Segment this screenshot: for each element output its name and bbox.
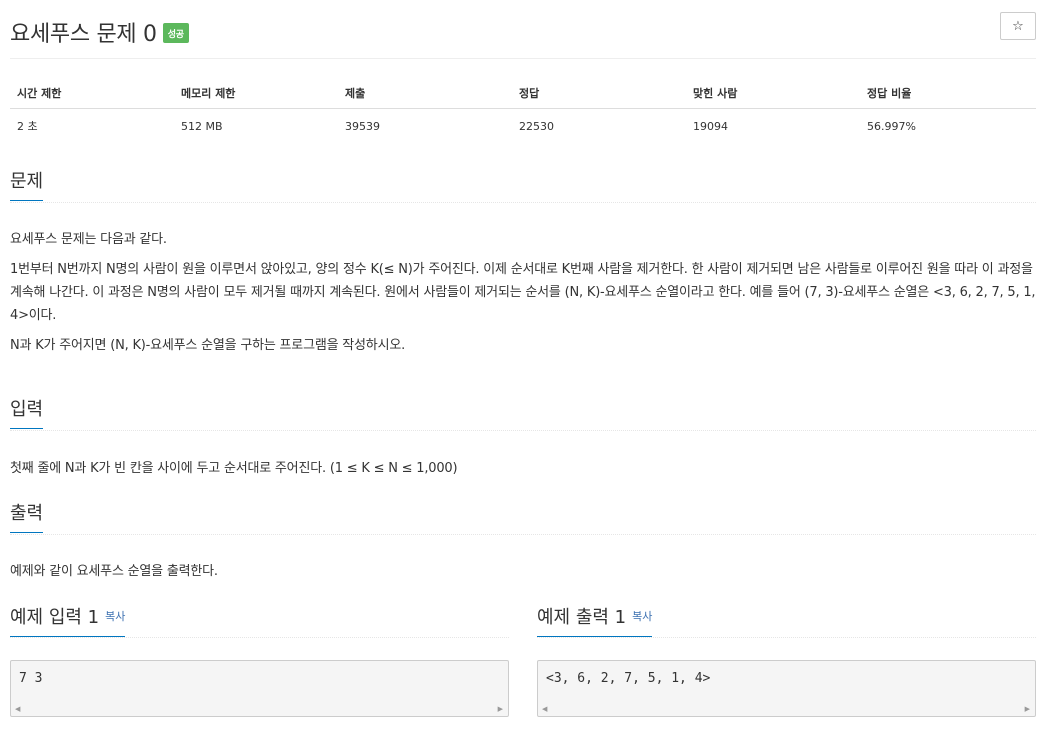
output-title: 출력 [10, 502, 44, 533]
description-title: 문제 [10, 170, 44, 201]
table-row: 2 초 512 MB 39539 22530 19094 56.997% [10, 109, 1036, 144]
output-header: 출력 [10, 502, 1036, 535]
problem-title: 요세푸스 문제 0 [10, 22, 157, 47]
problem-header: 요세푸스 문제 0 성공 ☆ [10, 10, 1036, 59]
description-paragraph: 요세푸스 문제는 다음과 같다. [10, 232, 167, 247]
memory-limit-value: 512 MB [181, 119, 223, 133]
sample-output-heading: 예제 출력 1 복사 [537, 605, 653, 637]
scroll-left-icon[interactable]: ◀ [15, 705, 20, 713]
input-title: 입력 [10, 398, 44, 429]
submissions-value: 39539 [345, 119, 380, 133]
accept-ratio-value: 56.997% [867, 119, 916, 133]
header-submissions: 제출 [338, 78, 512, 109]
star-icon: ☆ [1012, 18, 1024, 34]
sample-input-code: 7 3 [19, 671, 43, 686]
page-title: 요세푸스 문제 0 성공 [10, 16, 189, 48]
description-paragraph: 1번부터 N번까지 N명의 사람이 원을 이루면서 앉아있고, 양의 정수 K(… [10, 262, 1036, 323]
sample-output-box[interactable]: <3, 6, 2, 7, 5, 1, 4> ◀ ▶ [537, 660, 1036, 717]
sample-input-box[interactable]: 7 3 ◀ ▶ [10, 660, 509, 717]
star-button[interactable]: ☆ [1000, 12, 1036, 40]
table-header-row: 시간 제한 메모리 제한 제출 정답 맞힌 사람 정답 비율 [10, 78, 1036, 109]
status-badge: 성공 [162, 23, 189, 43]
input-header: 입력 [10, 398, 1036, 431]
sample-output-header: 예제 출력 1 복사 [537, 605, 1036, 638]
description-body: 요세푸스 문제는 다음과 같다. 1번부터 N번까지 N명의 사람이 원을 이루… [10, 228, 1036, 364]
input-paragraph: 첫째 줄에 N과 K가 빈 칸을 사이에 두고 순서대로 주어진다. (1 ≤ … [10, 461, 458, 476]
header-accept-ratio: 정답 비율 [860, 78, 1036, 109]
accepted-value: 22530 [519, 119, 554, 133]
header-memory-limit: 메모리 제한 [174, 78, 338, 109]
solved-users-value: 19094 [693, 119, 728, 133]
header-accepted: 정답 [512, 78, 686, 109]
copy-input-button[interactable]: 복사 [105, 610, 125, 623]
scroll-right-icon[interactable]: ▶ [1025, 705, 1030, 713]
header-solved-users: 맞힌 사람 [686, 78, 860, 109]
sample-input-title: 예제 입력 1 [10, 607, 100, 628]
time-limit-value: 2 초 [17, 120, 38, 133]
output-paragraph: 예제와 같이 요세푸스 순열을 출력한다. [10, 564, 218, 579]
sample-input-heading: 예제 입력 1 복사 [10, 605, 126, 637]
scroll-right-icon[interactable]: ▶ [498, 705, 503, 713]
sample-output-title: 예제 출력 1 [537, 607, 627, 628]
input-body: 첫째 줄에 N과 K가 빈 칸을 사이에 두고 순서대로 주어진다. (1 ≤ … [10, 457, 1036, 487]
header-time-limit: 시간 제한 [10, 78, 174, 109]
sample-input-header: 예제 입력 1 복사 [10, 605, 509, 638]
copy-output-button[interactable]: 복사 [632, 610, 652, 623]
output-body: 예제와 같이 요세푸스 순열을 출력한다. [10, 560, 1036, 590]
scroll-left-icon[interactable]: ◀ [542, 705, 547, 713]
description-header: 문제 [10, 170, 1036, 203]
description-paragraph: N과 K가 주어지면 (N, K)-요세푸스 순열을 구하는 프로그램을 작성하… [10, 338, 406, 353]
sample-output-code: <3, 6, 2, 7, 5, 1, 4> [546, 671, 711, 686]
problem-info-table: 시간 제한 메모리 제한 제출 정답 맞힌 사람 정답 비율 2 초 512 M… [10, 78, 1036, 143]
